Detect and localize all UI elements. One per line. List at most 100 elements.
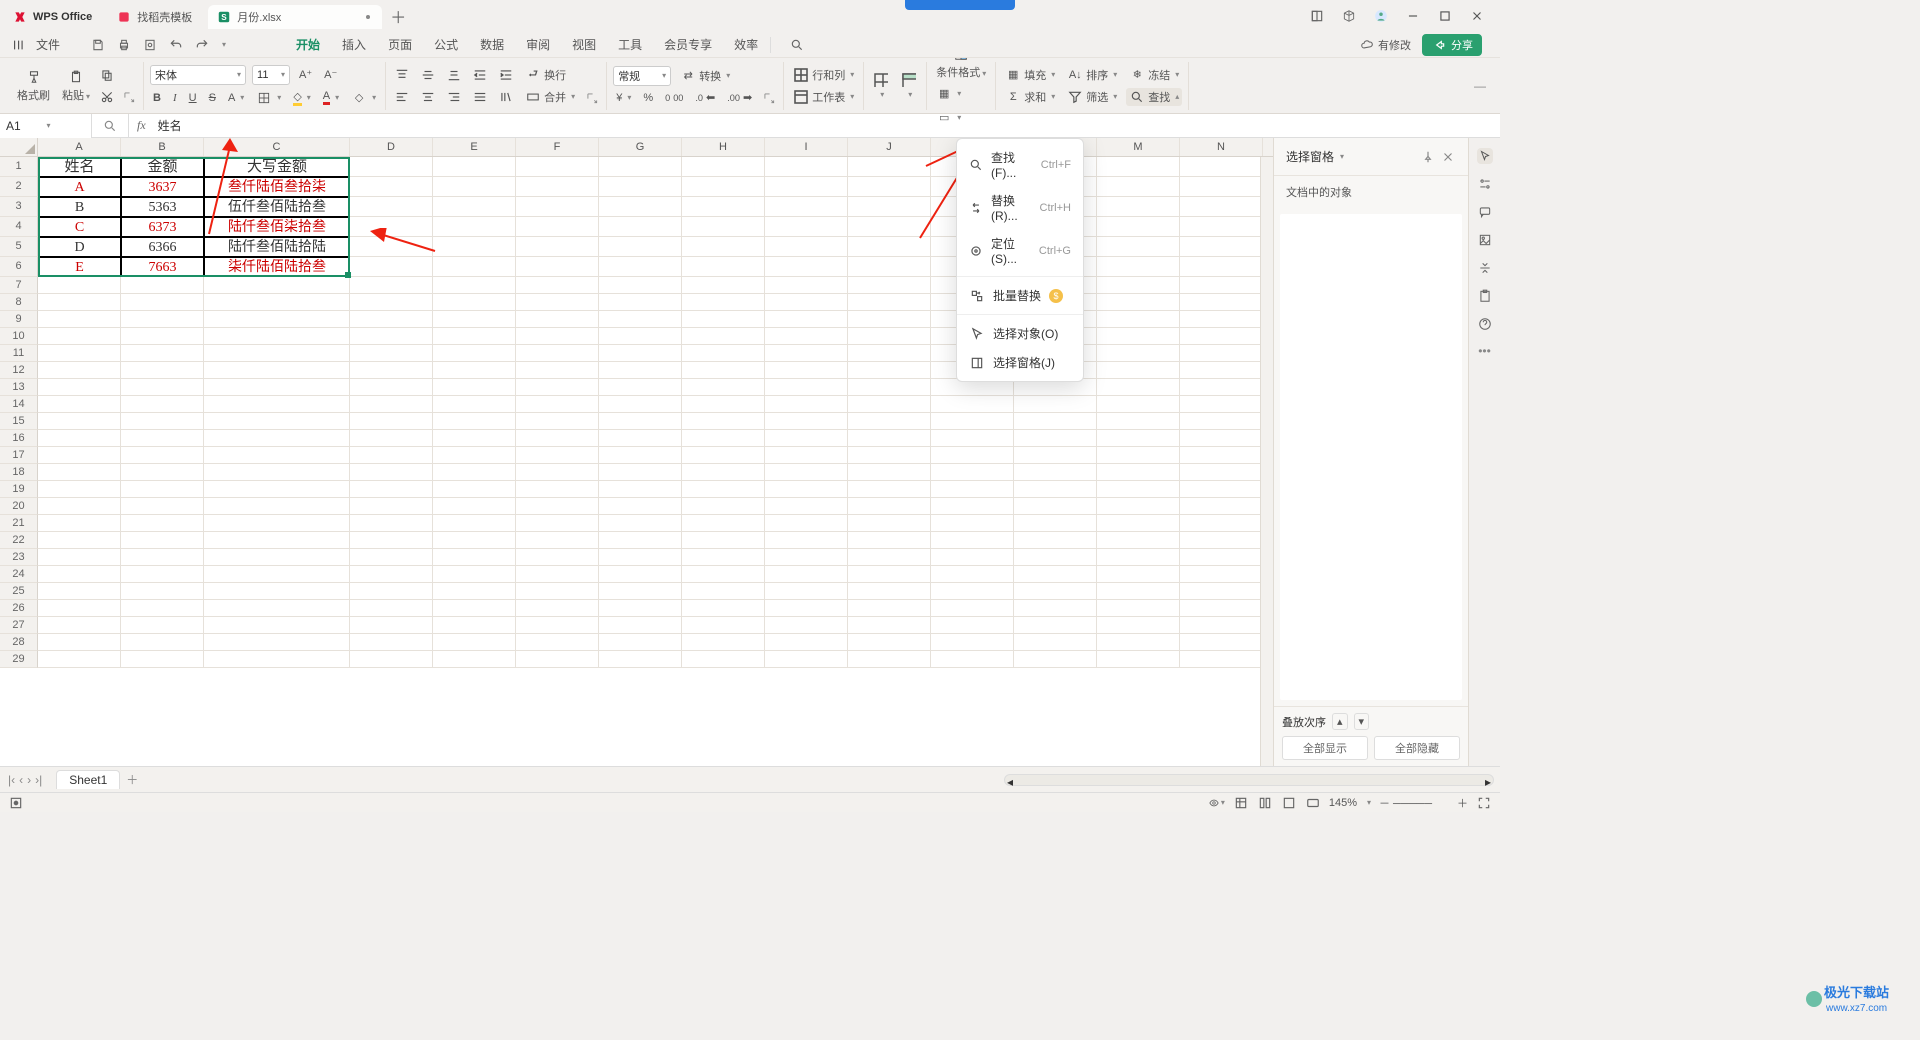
cell[interactable] bbox=[516, 237, 599, 257]
cell[interactable] bbox=[599, 600, 682, 617]
cell[interactable] bbox=[433, 362, 516, 379]
cell[interactable] bbox=[848, 328, 931, 345]
cell[interactable] bbox=[350, 311, 433, 328]
fill-color-button[interactable]: ◇▾ bbox=[290, 89, 313, 107]
cell[interactable] bbox=[765, 379, 848, 396]
cell[interactable] bbox=[121, 464, 204, 481]
row-header[interactable]: 12 bbox=[0, 362, 38, 379]
cell[interactable]: 5363 bbox=[121, 197, 204, 217]
maximize-icon[interactable] bbox=[1436, 7, 1454, 25]
cell[interactable] bbox=[599, 277, 682, 294]
cell[interactable] bbox=[204, 328, 350, 345]
cell[interactable] bbox=[1014, 464, 1097, 481]
cell[interactable] bbox=[516, 311, 599, 328]
cell[interactable] bbox=[599, 464, 682, 481]
template-tab[interactable]: 找稻壳模板 bbox=[108, 5, 204, 29]
cell[interactable] bbox=[848, 396, 931, 413]
col-header[interactable]: G bbox=[599, 138, 682, 156]
font-name-select[interactable]: 宋体▾ bbox=[150, 65, 246, 85]
horizontal-scrollbar[interactable]: ◂▸ bbox=[1004, 774, 1494, 786]
row-header[interactable]: 6 bbox=[0, 257, 38, 277]
cell[interactable] bbox=[765, 217, 848, 237]
font-style-button[interactable]: A▾ bbox=[225, 91, 247, 105]
cell[interactable] bbox=[1014, 413, 1097, 430]
cell[interactable] bbox=[433, 481, 516, 498]
font-size-select[interactable]: 11▾ bbox=[252, 65, 290, 85]
cell[interactable] bbox=[765, 362, 848, 379]
row-header[interactable]: 27 bbox=[0, 617, 38, 634]
cell[interactable] bbox=[433, 413, 516, 430]
cell[interactable] bbox=[516, 177, 599, 197]
cell[interactable] bbox=[765, 345, 848, 362]
cell[interactable] bbox=[121, 498, 204, 515]
fill-button[interactable]: ▦填充▾ bbox=[1002, 66, 1058, 84]
fx-label[interactable]: fx bbox=[129, 118, 154, 133]
cell[interactable] bbox=[931, 583, 1014, 600]
percent-button[interactable]: % bbox=[640, 91, 656, 105]
cell[interactable] bbox=[931, 515, 1014, 532]
cell[interactable] bbox=[350, 379, 433, 396]
cell[interactable] bbox=[204, 447, 350, 464]
cell[interactable] bbox=[599, 430, 682, 447]
cell[interactable] bbox=[1014, 617, 1097, 634]
cell[interactable]: 姓名 bbox=[38, 157, 121, 177]
cell[interactable] bbox=[204, 396, 350, 413]
cell[interactable] bbox=[516, 447, 599, 464]
cell[interactable] bbox=[38, 566, 121, 583]
paste-button[interactable]: 粘贴▾ bbox=[59, 68, 93, 104]
cell[interactable] bbox=[516, 345, 599, 362]
cell[interactable] bbox=[350, 651, 433, 668]
cube-icon[interactable] bbox=[1340, 7, 1358, 25]
dec-dec-button[interactable]: .00➡ bbox=[724, 90, 755, 105]
cell[interactable] bbox=[682, 328, 765, 345]
cell[interactable] bbox=[38, 532, 121, 549]
tab-formula[interactable]: 公式 bbox=[434, 36, 458, 53]
cell[interactable] bbox=[1180, 396, 1263, 413]
cell[interactable] bbox=[599, 311, 682, 328]
break-view-icon[interactable] bbox=[1281, 795, 1297, 811]
cell[interactable] bbox=[765, 237, 848, 257]
cell[interactable] bbox=[1180, 583, 1263, 600]
insert-cells-button[interactable]: ▾ bbox=[870, 71, 892, 100]
has-changes-button[interactable]: 有修改 bbox=[1356, 36, 1414, 54]
first-sheet-button[interactable]: |‹ bbox=[8, 773, 15, 787]
cell[interactable] bbox=[599, 237, 682, 257]
row-header[interactable]: 24 bbox=[0, 566, 38, 583]
cell[interactable] bbox=[848, 566, 931, 583]
settings-icon[interactable] bbox=[1477, 176, 1493, 192]
cell[interactable] bbox=[38, 481, 121, 498]
cell[interactable] bbox=[682, 566, 765, 583]
cell[interactable] bbox=[1180, 197, 1263, 217]
cell[interactable] bbox=[931, 464, 1014, 481]
cell[interactable] bbox=[204, 600, 350, 617]
cell[interactable] bbox=[682, 379, 765, 396]
cell[interactable] bbox=[121, 328, 204, 345]
cell[interactable] bbox=[1180, 413, 1263, 430]
cell[interactable] bbox=[1097, 651, 1180, 668]
cell[interactable] bbox=[599, 498, 682, 515]
cell[interactable] bbox=[38, 498, 121, 515]
cell[interactable] bbox=[433, 379, 516, 396]
cell[interactable] bbox=[599, 413, 682, 430]
cell[interactable]: 叁仟陆佰叁拾柒 bbox=[204, 177, 350, 197]
cell[interactable] bbox=[931, 617, 1014, 634]
align-right-button[interactable] bbox=[444, 89, 464, 105]
cell[interactable] bbox=[599, 294, 682, 311]
cell[interactable] bbox=[204, 277, 350, 294]
cell[interactable] bbox=[433, 294, 516, 311]
cell[interactable] bbox=[765, 498, 848, 515]
cell[interactable] bbox=[516, 294, 599, 311]
show-all-button[interactable]: 全部显示 bbox=[1282, 736, 1368, 760]
cell[interactable] bbox=[682, 532, 765, 549]
cell[interactable] bbox=[1097, 430, 1180, 447]
cell[interactable] bbox=[682, 217, 765, 237]
name-box[interactable]: A1 ▾ bbox=[0, 114, 92, 138]
close-icon[interactable] bbox=[1468, 7, 1486, 25]
cell[interactable] bbox=[1180, 362, 1263, 379]
font-color-button[interactable]: A▾ bbox=[320, 89, 342, 106]
cell[interactable] bbox=[204, 634, 350, 651]
cell[interactable]: 3637 bbox=[121, 177, 204, 197]
cell[interactable] bbox=[848, 447, 931, 464]
cell[interactable] bbox=[848, 237, 931, 257]
cell[interactable] bbox=[848, 515, 931, 532]
